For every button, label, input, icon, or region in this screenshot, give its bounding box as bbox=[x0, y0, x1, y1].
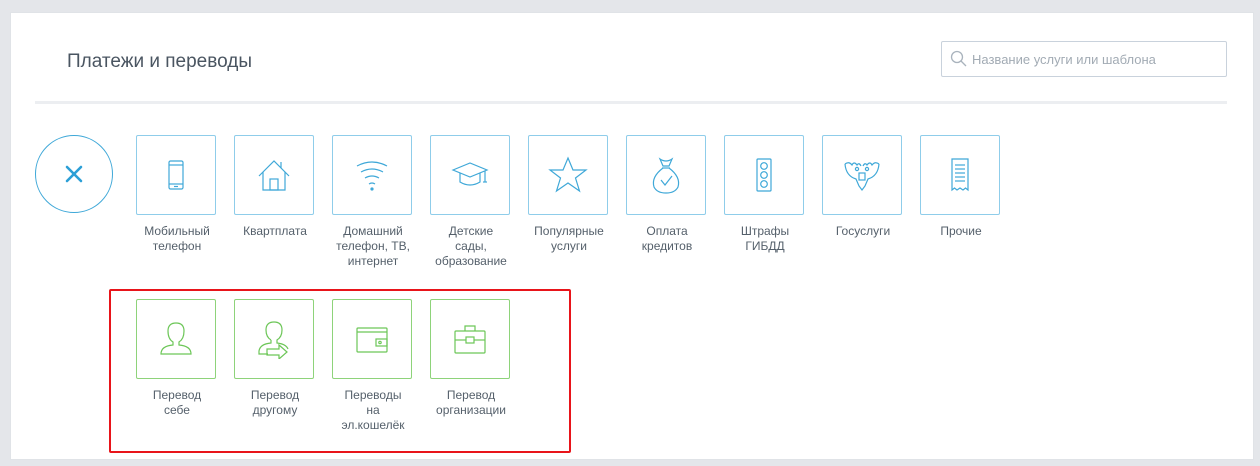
tile-label: Домашний телефон, ТВ, интернет bbox=[336, 224, 410, 268]
tile-box bbox=[136, 135, 216, 215]
transfer-to-organization[interactable]: Перевод организации bbox=[430, 299, 512, 418]
tile-box bbox=[430, 135, 510, 215]
tile-label: Оплата кредитов bbox=[641, 224, 693, 253]
wifi-icon bbox=[356, 161, 388, 191]
tile-box bbox=[332, 135, 412, 215]
tile-label: Детские сады, образование bbox=[435, 224, 507, 268]
search-box[interactable] bbox=[941, 41, 1227, 77]
page-title: Платежи и переводы bbox=[67, 51, 252, 72]
tile-label: Штрафы ГИБДД bbox=[740, 224, 790, 253]
category-kindergarten-education[interactable]: Детские сады, образование bbox=[430, 135, 512, 269]
close-button[interactable] bbox=[35, 135, 113, 213]
divider bbox=[35, 101, 1227, 104]
receipt-icon bbox=[951, 158, 969, 192]
category-mobile-phone[interactable]: Мобильный телефон bbox=[136, 135, 218, 254]
category-popular-services[interactable]: Популярные услуги bbox=[528, 135, 610, 254]
tile-label: Квартплата bbox=[243, 224, 307, 238]
money-bag-icon bbox=[652, 157, 680, 194]
payments-panel: Платежи и переводы Мобильный телефон bbox=[10, 12, 1254, 460]
close-icon bbox=[65, 165, 83, 183]
tile-label: Популярные услуги bbox=[534, 224, 604, 253]
tile-box bbox=[822, 135, 902, 215]
transfer-to-ewallet[interactable]: Переводы на эл.кошелёк bbox=[332, 299, 414, 433]
eagle-emblem-icon bbox=[844, 162, 880, 191]
tile-box bbox=[528, 135, 608, 215]
search-icon bbox=[950, 50, 967, 67]
category-home-phone-tv[interactable]: Домашний телефон, ТВ, интернет bbox=[332, 135, 414, 269]
tile-label: Переводы на эл.кошелёк bbox=[341, 388, 405, 432]
wallet-icon bbox=[356, 327, 388, 353]
person-transfer-icon bbox=[258, 321, 289, 359]
tile-label: Перевод организации bbox=[436, 388, 506, 417]
tile-box bbox=[430, 299, 510, 379]
house-icon bbox=[258, 160, 290, 191]
tile-label: Перевод другому bbox=[250, 388, 300, 417]
briefcase-icon bbox=[454, 325, 486, 354]
tile-label: Мобильный телефон bbox=[144, 224, 210, 253]
tile-box bbox=[234, 135, 314, 215]
tile-box bbox=[920, 135, 1000, 215]
tile-box bbox=[724, 135, 804, 215]
category-other[interactable]: Прочие bbox=[920, 135, 1002, 239]
traffic-light-icon bbox=[756, 158, 772, 192]
tile-label: Госуслуги bbox=[835, 224, 891, 238]
tile-box bbox=[332, 299, 412, 379]
transfer-to-other[interactable]: Перевод другому bbox=[234, 299, 316, 418]
category-rent[interactable]: Квартплата bbox=[234, 135, 316, 239]
category-traffic-fines[interactable]: Штрафы ГИБДД bbox=[724, 135, 806, 254]
search-input[interactable] bbox=[972, 51, 1212, 67]
tile-label: Перевод себе bbox=[152, 388, 202, 417]
graduation-cap-icon bbox=[451, 162, 489, 186]
transfer-to-self[interactable]: Перевод себе bbox=[136, 299, 218, 418]
person-icon bbox=[160, 322, 192, 355]
tile-box bbox=[234, 299, 314, 379]
mobile-phone-icon bbox=[168, 160, 184, 190]
tile-label: Прочие bbox=[940, 224, 982, 238]
star-icon bbox=[548, 156, 588, 193]
tile-box bbox=[626, 135, 706, 215]
tile-box bbox=[136, 299, 216, 379]
category-government-services[interactable]: Госуслуги bbox=[822, 135, 904, 239]
category-loan-payment[interactable]: Оплата кредитов bbox=[626, 135, 708, 254]
